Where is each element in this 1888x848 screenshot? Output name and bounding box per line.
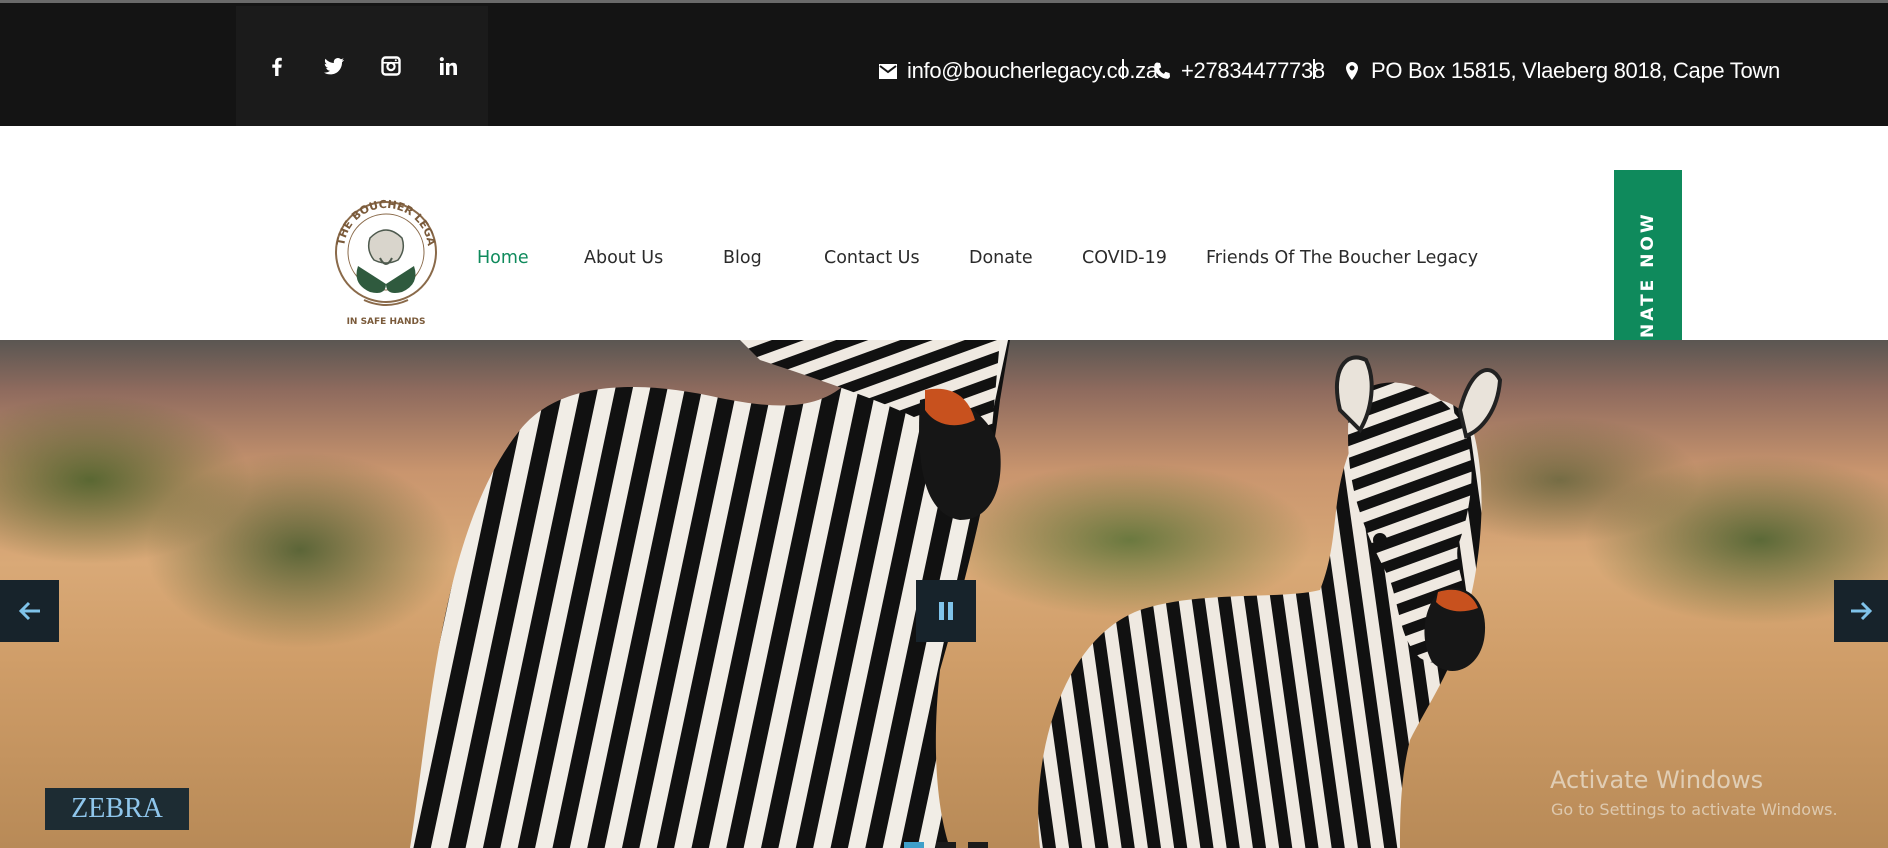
slide-caption: ZEBRA [45, 788, 189, 830]
nav-home[interactable]: Home [477, 248, 529, 268]
phone-text: +27834477738 [1181, 58, 1325, 83]
envelope-icon [879, 64, 897, 79]
divider [1122, 59, 1124, 79]
donate-now-tab[interactable]: NATE NOW [1614, 170, 1682, 340]
email-text: info@boucherlegacy.co.za [907, 58, 1158, 83]
donate-now-label: NATE NOW [1638, 211, 1658, 338]
nav-donate[interactable]: Donate [969, 248, 1033, 268]
logo-tagline: IN SAFE HANDS [347, 317, 426, 327]
address-text: PO Box 15815, Vlaeberg 8018, Cape Town [1371, 58, 1780, 83]
twitter-link[interactable] [317, 49, 351, 83]
facebook-icon [271, 57, 282, 76]
boucher-legacy-logo[interactable]: THE BOUCHER LEGACY IN SAFE HANDS [330, 188, 442, 334]
main-navigation: THE BOUCHER LEGACY IN SAFE HANDS Home Ab… [0, 126, 1888, 340]
location-pin-icon [1346, 62, 1358, 80]
instagram-icon [380, 56, 401, 76]
hero-slider: ZEBRA Activate Windows Go to Settings to… [0, 340, 1888, 848]
windows-watermark-title: Activate Windows [1550, 766, 1764, 794]
arrow-left-icon [18, 601, 40, 621]
nav-covid-19[interactable]: COVID-19 [1082, 248, 1167, 268]
phone-contact[interactable]: +27834477738 [1152, 53, 1325, 89]
twitter-icon [323, 58, 344, 75]
nav-blog[interactable]: Blog [723, 248, 762, 268]
slider-pagination [904, 842, 988, 848]
email-contact[interactable]: info@boucherlegacy.co.za [878, 53, 1158, 89]
slide-dot-3[interactable] [968, 842, 988, 848]
slide-dot-2[interactable] [936, 842, 956, 848]
arrow-right-icon [1851, 601, 1873, 621]
top-bar: info@boucherlegacy.co.za +27834477738 PO… [0, 0, 1888, 126]
address-contact: PO Box 15815, Vlaeberg 8018, Cape Town [1342, 53, 1780, 89]
windows-watermark-subtitle: Go to Settings to activate Windows. [1551, 800, 1838, 819]
divider [1313, 59, 1315, 79]
pause-icon [939, 602, 953, 620]
facebook-link[interactable] [260, 49, 294, 83]
social-links [236, 6, 488, 126]
next-slide-button[interactable] [1834, 580, 1888, 642]
instagram-link[interactable] [374, 49, 408, 83]
linkedin-link[interactable] [431, 49, 465, 83]
slide-dot-1[interactable] [904, 842, 924, 848]
prev-slide-button[interactable] [0, 580, 59, 642]
linkedin-icon [439, 57, 457, 75]
nav-about-us[interactable]: About Us [584, 248, 663, 268]
phone-icon [1154, 62, 1170, 79]
nav-friends[interactable]: Friends Of The Boucher Legacy [1206, 248, 1478, 268]
pause-slider-button[interactable] [916, 580, 976, 642]
nav-contact-us[interactable]: Contact Us [824, 248, 920, 268]
